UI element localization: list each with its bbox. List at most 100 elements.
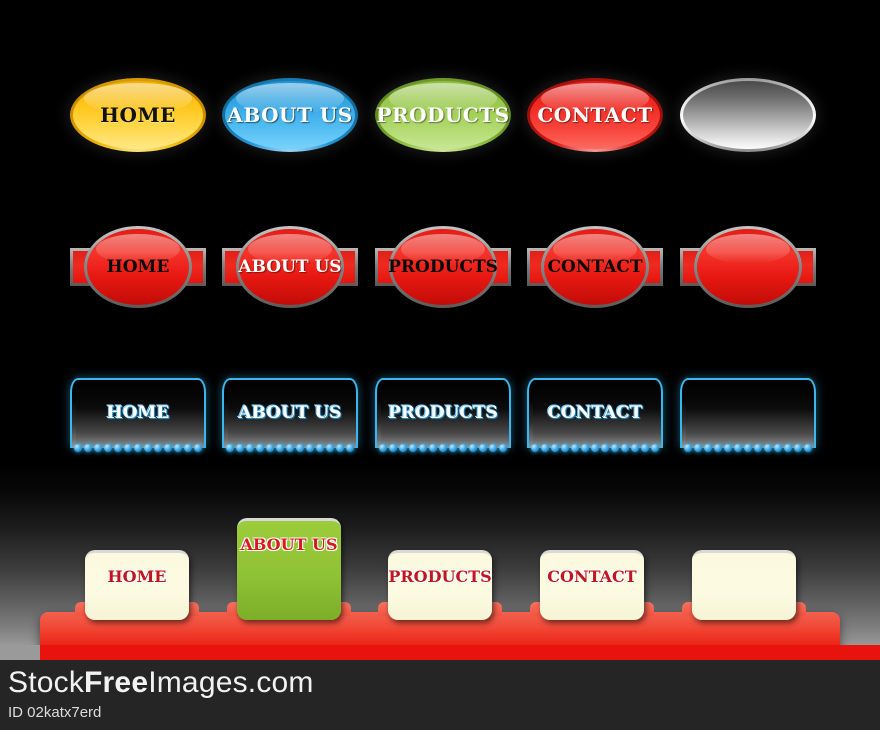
neon-dot xyxy=(684,444,692,452)
button-label: CONTACT xyxy=(547,257,643,277)
neon-dot xyxy=(764,444,772,452)
neon-dot xyxy=(744,444,752,452)
brand-prefix: Stock xyxy=(8,666,85,699)
neon-dot xyxy=(94,444,102,452)
button-label: ABOUT US xyxy=(238,403,342,423)
button-label: PRODUCTS xyxy=(388,403,498,423)
neon-dot xyxy=(276,444,284,452)
neon-dot xyxy=(551,444,559,452)
neon-dot-trim xyxy=(74,442,202,454)
slab-button-home[interactable]: HOME xyxy=(70,226,206,308)
neon-button-products[interactable]: PRODUCTS xyxy=(375,378,511,456)
neon-dot xyxy=(459,444,467,452)
neon-dot xyxy=(571,444,579,452)
neon-dot xyxy=(581,444,589,452)
neon-dot xyxy=(469,444,477,452)
neon-dot xyxy=(144,444,152,452)
button-label xyxy=(680,226,816,308)
neon-dot xyxy=(704,444,712,452)
brand-bold: Free xyxy=(84,666,149,699)
ellipse-button-blank[interactable] xyxy=(680,78,816,152)
neon-dot xyxy=(124,444,132,452)
neon-button-blank[interactable] xyxy=(680,378,816,456)
neon-dot xyxy=(489,444,497,452)
neon-dot xyxy=(399,444,407,452)
neon-dot xyxy=(429,444,437,452)
neon-dot xyxy=(784,444,792,452)
neon-dot xyxy=(611,444,619,452)
ellipse-button-home[interactable]: HOME xyxy=(70,78,206,152)
slab-button-about-us[interactable]: ABOUT US xyxy=(222,226,358,308)
neon-dot xyxy=(266,444,274,452)
ellipse-button-products[interactable]: PRODUCTS xyxy=(375,78,511,152)
neon-dot xyxy=(316,444,324,452)
card-button-contact[interactable]: CONTACT xyxy=(540,550,644,620)
button-label: PRODUCTS xyxy=(388,257,498,277)
footer-top-strip xyxy=(0,645,880,660)
neon-dot xyxy=(346,444,354,452)
neon-dot xyxy=(236,444,244,452)
slab-button-products[interactable]: PRODUCTS xyxy=(375,226,511,308)
card-button-blank[interactable] xyxy=(692,550,796,620)
neon-dot xyxy=(694,444,702,452)
neon-dot xyxy=(326,444,334,452)
slab-button-blank[interactable] xyxy=(680,226,816,308)
neon-dot xyxy=(296,444,304,452)
neon-dot xyxy=(389,444,397,452)
watermark-brand: StockFreeImages.com xyxy=(8,666,314,700)
neon-dot xyxy=(134,444,142,452)
card-button-home[interactable]: HOME xyxy=(85,550,189,620)
neon-dot xyxy=(754,444,762,452)
neon-dot xyxy=(246,444,254,452)
neon-button-about-us[interactable]: ABOUT US xyxy=(222,378,358,456)
button-label: PRODUCTS xyxy=(388,567,492,586)
neon-dot xyxy=(541,444,549,452)
neon-dot xyxy=(164,444,172,452)
button-label: CONTACT xyxy=(537,103,653,127)
button-label: ABOUT US xyxy=(227,103,353,127)
button-label: HOME xyxy=(106,403,170,423)
button-label xyxy=(680,378,816,448)
neon-dot xyxy=(226,444,234,452)
card-row: HOME ABOUT US PRODUCTS CONTACT xyxy=(0,490,880,660)
neon-dot xyxy=(194,444,202,452)
watermark-image-id: ID 02katx7erd xyxy=(8,704,102,721)
neon-dot xyxy=(641,444,649,452)
neon-dot xyxy=(714,444,722,452)
neon-button-home[interactable]: HOME xyxy=(70,378,206,456)
ellipse-button-about-us[interactable]: ABOUT US xyxy=(222,78,358,152)
neon-dot xyxy=(104,444,112,452)
neon-dot xyxy=(379,444,387,452)
card-container: HOME ABOUT US PRODUCTS CONTACT xyxy=(0,490,880,660)
card-button-about-us[interactable]: ABOUT US xyxy=(237,518,341,620)
neon-dot xyxy=(74,444,82,452)
neon-dot xyxy=(601,444,609,452)
card-button-products[interactable]: PRODUCTS xyxy=(388,550,492,620)
brand-suffix: Images.com xyxy=(148,666,314,699)
neon-dot xyxy=(184,444,192,452)
neon-button-contact[interactable]: CONTACT xyxy=(527,378,663,456)
neon-dot xyxy=(439,444,447,452)
neon-dot xyxy=(499,444,507,452)
button-label: HOME xyxy=(106,257,170,277)
neon-dot-trim xyxy=(684,442,812,454)
slab-button-contact[interactable]: CONTACT xyxy=(527,226,663,308)
button-label xyxy=(680,78,816,152)
neon-dot xyxy=(336,444,344,452)
neon-dot xyxy=(419,444,427,452)
neon-dot xyxy=(561,444,569,452)
ellipse-button-contact[interactable]: CONTACT xyxy=(527,78,663,152)
neon-dot xyxy=(409,444,417,452)
neon-dot xyxy=(154,444,162,452)
neon-dot xyxy=(256,444,264,452)
button-label: ABOUT US xyxy=(238,257,342,277)
neon-dot xyxy=(449,444,457,452)
neon-dot xyxy=(794,444,802,452)
neon-dot xyxy=(774,444,782,452)
neon-dot xyxy=(631,444,639,452)
button-label: HOME xyxy=(100,103,176,127)
button-label: HOME xyxy=(107,567,167,586)
neon-dot xyxy=(734,444,742,452)
neon-dot xyxy=(174,444,182,452)
neon-dot xyxy=(651,444,659,452)
